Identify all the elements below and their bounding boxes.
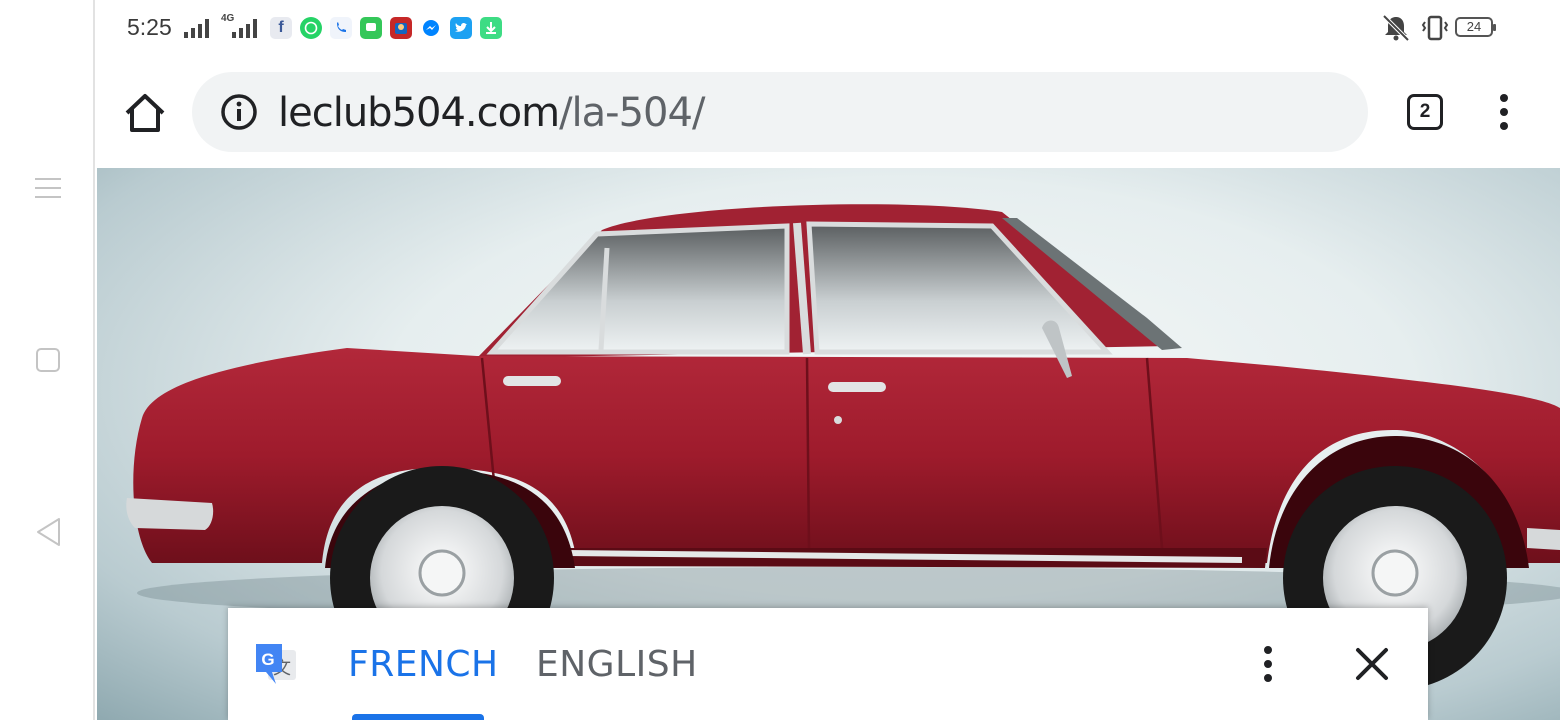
home-nav-button[interactable] — [28, 340, 68, 380]
home-icon[interactable] — [123, 91, 167, 135]
status-bar: 5:25 4G f 24 — [97, 0, 1560, 56]
tab-english[interactable]: ENGLISH — [536, 644, 698, 685]
tab-switcher-button[interactable]: 2 — [1407, 94, 1443, 130]
selected-tab-indicator — [352, 714, 484, 720]
whatsapp-icon — [300, 17, 322, 39]
twitter-icon — [450, 17, 472, 39]
game-icon — [390, 17, 412, 39]
phone-icon — [330, 17, 352, 39]
signal-strength-icon — [184, 19, 209, 38]
status-time: 5:25 — [127, 14, 172, 40]
url-text[interactable]: leclub504.com/la-504/ — [278, 90, 705, 136]
back-nav-button[interactable] — [28, 512, 68, 552]
close-icon[interactable] — [1352, 644, 1392, 684]
browser-menu-icon[interactable] — [1487, 92, 1521, 132]
messages-icon — [360, 17, 382, 39]
address-bar[interactable]: leclub504.com/la-504/ — [192, 72, 1368, 152]
translate-bar: 文 G FRENCH ENGLISH — [228, 608, 1428, 720]
site-info-icon[interactable] — [220, 93, 258, 131]
facebook-icon: f — [270, 17, 292, 39]
messenger-icon — [420, 17, 442, 39]
browser-toolbar: leclub504.com/la-504/ 2 — [97, 56, 1560, 168]
url-domain: leclub504.com — [278, 90, 560, 136]
recent-apps-menu-icon[interactable] — [28, 168, 68, 208]
google-translate-icon: 文 G — [256, 644, 296, 684]
navigation-rail — [0, 0, 95, 720]
battery-indicator: 24 — [1455, 17, 1496, 37]
svg-text:G: G — [261, 650, 274, 669]
vibrate-off-bell-icon — [1382, 14, 1410, 42]
tab-french[interactable]: FRENCH — [348, 644, 499, 685]
url-path: /la-504/ — [559, 90, 705, 136]
translate-options-icon[interactable] — [1254, 644, 1282, 684]
vibrate-mode-icon — [1421, 15, 1449, 41]
signal-strength-2-icon — [232, 19, 257, 38]
download-icon — [480, 17, 502, 39]
